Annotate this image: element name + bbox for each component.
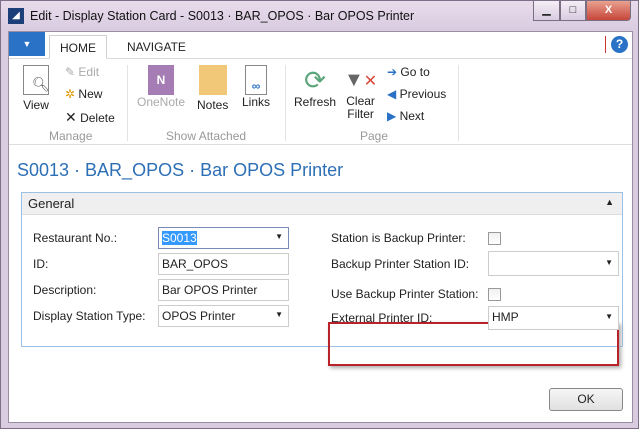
previous-label: Previous <box>399 87 447 101</box>
use-backup-printer-station-checkbox[interactable] <box>488 288 501 301</box>
dropdown-icon[interactable]: ▼ <box>275 310 283 319</box>
restaurant-no-field[interactable]: S0013 ▼ <box>158 227 289 249</box>
external-printer-id-label: External Printer ID: <box>331 311 433 325</box>
dropdown-icon[interactable]: ▼ <box>275 232 283 241</box>
ok-button[interactable]: OK <box>549 388 623 411</box>
general-title: General <box>28 196 75 211</box>
divider <box>285 65 286 141</box>
arrow-right-icon: ➔ <box>387 65 398 79</box>
group-label-manage: Manage <box>49 129 93 143</box>
clear-filter-icon: ▼✕ <box>344 69 378 91</box>
links-button[interactable]: ∞ Links <box>242 65 270 109</box>
notes-label: Notes <box>197 98 229 112</box>
group-label-show-attached: Show Attached <box>166 129 247 143</box>
delete-label: Delete <box>80 111 115 125</box>
goto-button[interactable]: ➔ Go to <box>387 65 430 79</box>
pencil-icon: ✎ <box>65 65 76 79</box>
external-printer-id-value: HMP <box>492 310 519 324</box>
edit-label: Edit <box>78 65 100 79</box>
delete-x-icon: ✕ <box>65 109 77 125</box>
links-label: Links <box>242 95 271 109</box>
backup-printer-station-id-label: Backup Printer Station ID: <box>331 257 470 271</box>
ribbon-tabs: ▼ HOME NAVIGATE ? <box>9 32 632 59</box>
dropdown-icon[interactable]: ▼ <box>605 258 613 267</box>
id-field[interactable]: BAR_OPOS <box>158 253 289 275</box>
description-field[interactable]: Bar OPOS Printer <box>158 279 289 301</box>
refresh-label: Refresh <box>294 95 337 109</box>
page-title: S0013 · BAR_OPOS · Bar OPOS Printer <box>17 160 344 180</box>
external-printer-id-field[interactable]: HMP ▼ <box>488 306 619 330</box>
refresh-icon: ⟳ <box>304 65 326 95</box>
dialog-content: ▼ HOME NAVIGATE ? 🔍︎ View ✎ Edit ✲ New ✕… <box>8 31 633 423</box>
id-label: ID: <box>33 257 49 271</box>
new-document-icon: ✲ <box>65 87 76 101</box>
next-label: Next <box>399 109 425 123</box>
notes-icon <box>198 65 227 95</box>
new-label: New <box>78 87 103 101</box>
links-icon: ∞ <box>245 65 267 95</box>
new-button[interactable]: ✲ New <box>65 87 102 101</box>
divider <box>458 65 459 141</box>
goto-label: Go to <box>400 65 430 79</box>
clear-filter-button[interactable]: ▼✕ Clear Filter <box>344 65 377 121</box>
general-fasttab: General ▲ Restaurant No.: S0013 ▼ ID: BAR_… <box>21 192 623 366</box>
station-is-backup-printer-checkbox[interactable] <box>488 232 501 245</box>
restaurant-no-value: S0013 <box>162 231 197 245</box>
use-backup-printer-station-label: Use Backup Printer Station: <box>331 287 479 301</box>
refresh-button[interactable]: ⟳ Refresh <box>294 65 336 109</box>
edit-button[interactable]: ✎ Edit <box>65 65 99 79</box>
onenote-icon: N <box>148 65 175 95</box>
notes-button[interactable]: Notes <box>197 65 228 112</box>
delete-button[interactable]: ✕ Delete <box>65 109 115 126</box>
dropdown-icon[interactable]: ▼ <box>605 312 613 321</box>
help-icon[interactable]: ? <box>611 36 628 53</box>
ribbon: 🔍︎ View ✎ Edit ✲ New ✕ Delete Manage N O… <box>9 59 632 145</box>
display-station-type-label: Display Station Type: <box>33 309 146 323</box>
minimize-button[interactable]: ▁ <box>533 1 560 21</box>
next-button[interactable]: ▶ Next <box>387 109 424 123</box>
app-menu-button[interactable]: ▼ <box>9 32 45 56</box>
previous-icon: ◀ <box>387 87 397 101</box>
app-logo-icon: ◢ <box>8 8 24 24</box>
display-station-type-value: OPOS Printer <box>162 309 236 323</box>
view-icon: 🔍︎ <box>23 65 50 95</box>
previous-button[interactable]: ◀ Previous <box>387 87 446 101</box>
view-button[interactable]: 🔍︎ View <box>23 65 50 112</box>
onenote-button[interactable]: N OneNote <box>137 65 185 109</box>
view-label: View <box>23 98 49 112</box>
window-title: Edit - Display Station Card - S0013 · BA… <box>30 9 415 23</box>
close-button[interactable]: X <box>586 1 631 21</box>
display-station-type-field[interactable]: OPOS Printer ▼ <box>158 305 289 327</box>
window: ◢ Edit - Display Station Card - S0013 · … <box>0 0 639 429</box>
group-label-page: Page <box>360 129 389 143</box>
description-label: Description: <box>33 283 97 297</box>
tab-home[interactable]: HOME <box>49 35 107 59</box>
title-bar: ◢ Edit - Display Station Card - S0013 · … <box>1 1 638 31</box>
tab-navigate[interactable]: NAVIGATE <box>117 35 196 59</box>
next-icon: ▶ <box>387 109 397 123</box>
general-header[interactable]: General ▲ <box>22 193 622 215</box>
divider <box>605 36 606 53</box>
restaurant-no-label: Restaurant No.: <box>33 231 118 245</box>
station-is-backup-printer-label: Station is Backup Printer: <box>331 231 466 245</box>
onenote-label: OneNote <box>137 95 186 109</box>
maximize-button[interactable]: □ <box>560 1 586 21</box>
clear-filter-label-2: Filter <box>347 107 374 121</box>
divider <box>127 65 128 141</box>
collapse-icon[interactable]: ▲ <box>605 197 614 207</box>
backup-printer-station-id-field[interactable]: ▼ <box>488 251 619 276</box>
